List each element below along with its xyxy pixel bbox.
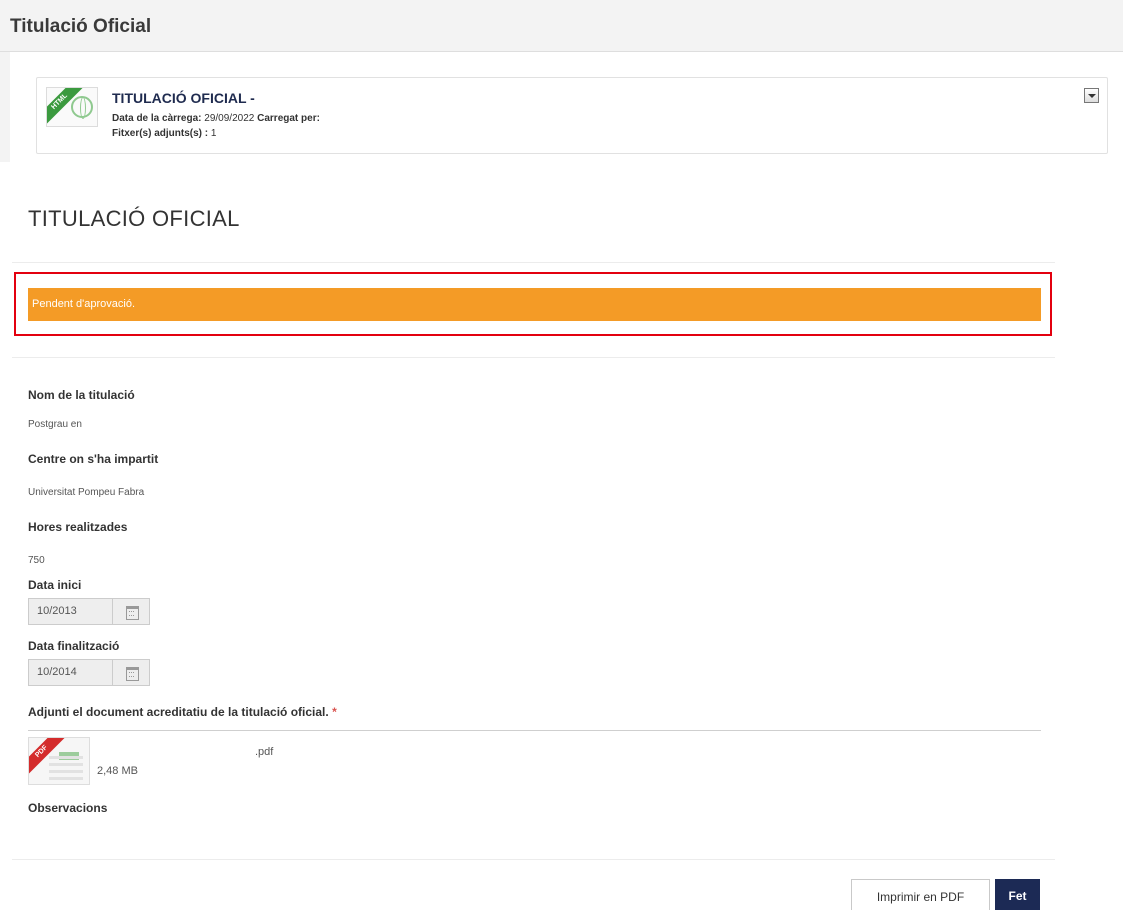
start-date-input[interactable]: 10/2013 — [29, 599, 113, 624]
degree-name-label: Nom de la titulació — [28, 388, 135, 402]
start-date-field[interactable]: 10/2013 — [28, 598, 150, 625]
degree-name-value: Postgrau en — [28, 419, 82, 430]
attachments-label: Fitxer(s) adjunts(s) : — [112, 128, 209, 139]
center-label: Centre on s'ha impartit — [28, 452, 159, 466]
upload-date: 29/09/2022 — [204, 113, 255, 124]
attachments-count: 1 — [210, 128, 217, 139]
attachments-info: Fitxer(s) adjunts(s) : 1 — [112, 128, 216, 139]
file-card[interactable]: HTML TITULACIÓ OFICIAL - Data de la càrr… — [36, 77, 1108, 154]
required-marker: * — [332, 705, 337, 719]
divider — [12, 357, 1055, 358]
done-button[interactable]: Fet — [995, 879, 1040, 910]
globe-icon — [71, 96, 93, 119]
hours-value: 750 — [28, 555, 45, 566]
attachment-divider — [28, 730, 1041, 731]
chevron-down-icon[interactable] — [1084, 88, 1099, 103]
center-value: Universitat Pompeu Fabra — [28, 487, 145, 498]
attachment-label: Adjunti el document acreditatiu de la ti… — [28, 705, 337, 719]
end-date-field[interactable]: 10/2014 — [28, 659, 150, 686]
calendar-icon[interactable] — [113, 599, 149, 624]
status-badge: Pendent d'aprovació. — [28, 288, 1041, 321]
page-title: Titulació Oficial — [10, 16, 152, 37]
observations-label: Observacions — [28, 801, 108, 815]
calendar-icon[interactable] — [113, 660, 149, 685]
start-date-label: Data inici — [28, 578, 82, 592]
end-date-label: Data finalització — [28, 639, 120, 653]
form-title: TITULACIÓ OFICIAL — [28, 206, 240, 231]
divider — [12, 262, 1055, 263]
pdf-file-icon[interactable]: PDF — [28, 737, 90, 785]
upload-date-label: Data de la càrrega: — [112, 113, 202, 124]
attachment-file-size: 2,48 MB — [97, 765, 138, 777]
uploaded-by-label: Carregat per: — [257, 113, 320, 124]
divider — [12, 859, 1055, 860]
attachment-file-name[interactable]: .pdf — [255, 746, 273, 758]
attachment-label-text: Adjunti el document acreditatiu de la ti… — [28, 705, 329, 719]
upload-info: Data de la càrrega: 29/09/2022 Carregat … — [112, 113, 320, 124]
hours-label: Hores realitzades — [28, 520, 128, 534]
file-card-title[interactable]: TITULACIÓ OFICIAL - — [112, 90, 255, 106]
print-pdf-button[interactable]: Imprimir en PDF — [851, 879, 990, 910]
end-date-input[interactable]: 10/2014 — [29, 660, 113, 685]
pdf-preview-lines — [49, 756, 83, 759]
html-file-icon: HTML — [46, 87, 98, 127]
